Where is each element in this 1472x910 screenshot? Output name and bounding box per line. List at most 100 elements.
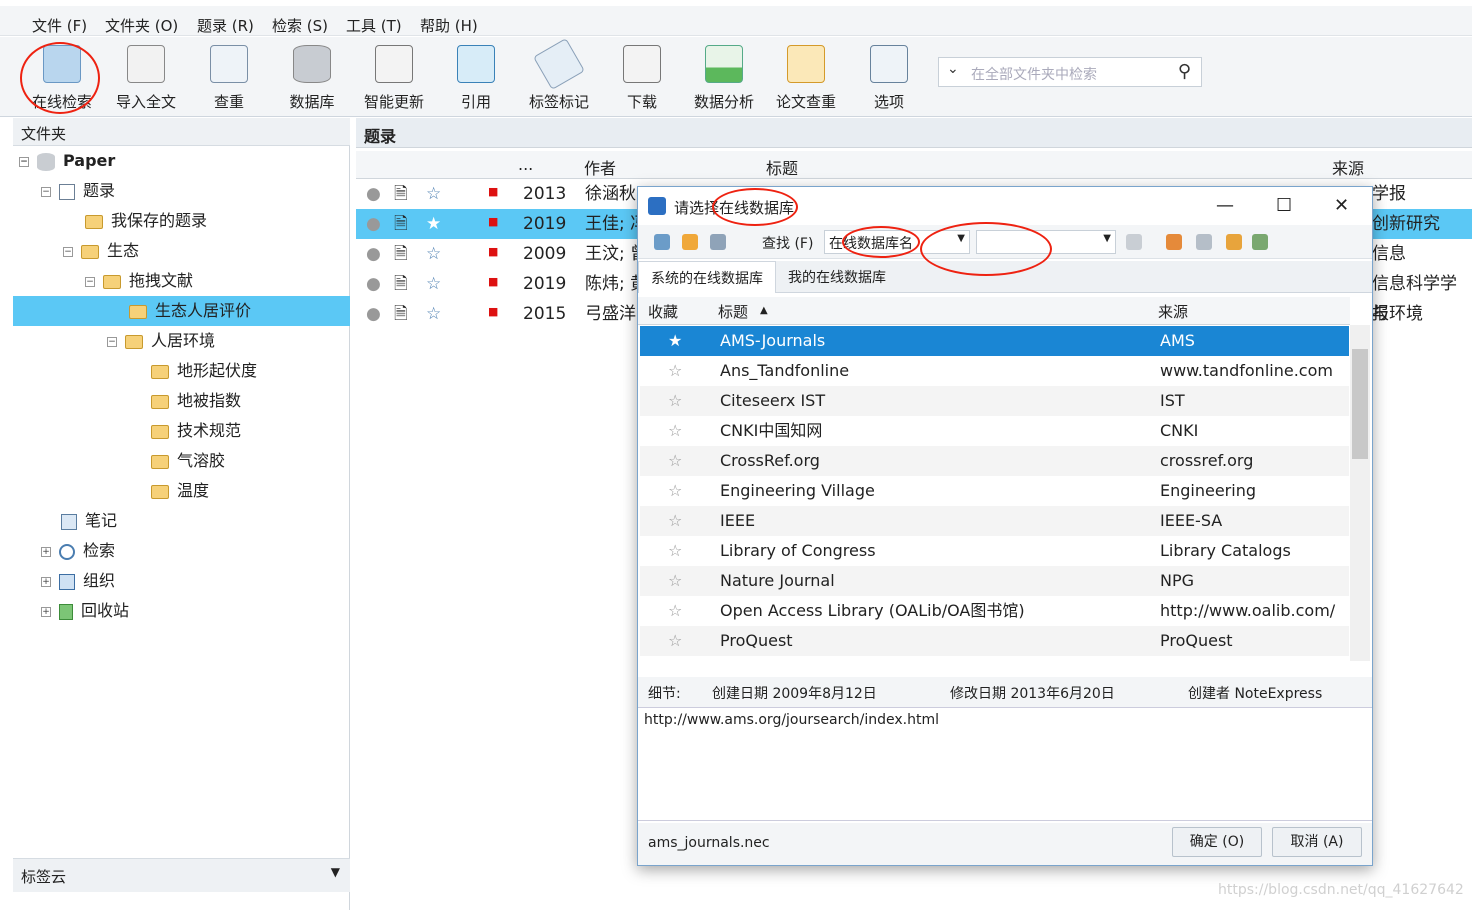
data-analysis-label: 数据分析 xyxy=(693,93,754,111)
search-icon[interactable]: ⚲ xyxy=(1178,61,1191,82)
flag-icon: ■ xyxy=(488,275,499,288)
tag-mark-button[interactable]: 标签标记 xyxy=(521,38,597,113)
star-icon[interactable]: ★ xyxy=(668,326,682,356)
database-row[interactable]: ☆ Citeseerx IST IST xyxy=(640,386,1349,416)
tab-my-databases[interactable]: 我的在线数据库 xyxy=(788,267,886,287)
paper-check-button[interactable]: 论文查重 xyxy=(768,45,844,113)
chevron-down-icon[interactable]: ⌄ xyxy=(947,61,959,77)
tree-paper[interactable]: − Paper xyxy=(19,146,115,176)
star-icon[interactable]: ☆ xyxy=(668,416,682,446)
menu-help[interactable]: 帮助 (H) xyxy=(420,15,478,36)
star-icon[interactable]: ☆ xyxy=(668,536,682,566)
menu-tools[interactable]: 工具 (T) xyxy=(346,15,402,36)
url-detail-box[interactable]: http://www.ams.org/joursearch/index.html xyxy=(638,707,1372,821)
tree-aerosol[interactable]: 气溶胶 xyxy=(151,446,225,476)
tree-habitat-env[interactable]: − 人居环境 xyxy=(107,326,215,356)
star-icon[interactable]: ★ xyxy=(426,209,441,239)
scrollbar-thumb[interactable] xyxy=(1352,349,1368,459)
import-icon[interactable] xyxy=(1226,234,1242,250)
star-icon[interactable]: ☆ xyxy=(668,476,682,506)
collapse-icon[interactable]: − xyxy=(19,156,29,167)
star-icon[interactable]: ☆ xyxy=(668,356,682,386)
tree-recycle-bin[interactable]: + 回收站 xyxy=(41,596,129,626)
col-source[interactable]: 来源 xyxy=(1332,155,1364,179)
dropdown-arrow-icon[interactable]: ▼ xyxy=(331,865,340,879)
expand-icon[interactable]: + xyxy=(41,546,51,557)
tree-temperature[interactable]: 温度 xyxy=(151,476,209,506)
database-row[interactable]: ☆ ProQuest ProQuest xyxy=(640,626,1349,656)
database-row[interactable]: ☆ Nature Journal NPG xyxy=(640,566,1349,596)
col-title[interactable]: 标题 xyxy=(766,155,798,179)
import-fulltext-button[interactable]: 导入全文 xyxy=(108,45,184,113)
close-icon[interactable]: ✕ xyxy=(1334,195,1349,216)
star-icon[interactable]: ☆ xyxy=(426,299,441,329)
col-favorite[interactable]: 收藏 xyxy=(648,301,678,322)
star-icon[interactable]: ☆ xyxy=(668,506,682,536)
collapse-icon[interactable]: − xyxy=(63,246,73,257)
tree-tech-spec[interactable]: 技术规范 xyxy=(151,416,241,446)
tree-ground-cover[interactable]: 地被指数 xyxy=(151,386,241,416)
database-row[interactable]: ☆ Library of Congress Library Catalogs xyxy=(640,536,1349,566)
star-icon[interactable]: ☆ xyxy=(426,269,441,299)
tree-saved-records[interactable]: 我保存的题录 xyxy=(85,206,207,236)
tree-search[interactable]: + 检索 xyxy=(41,536,115,566)
database-row[interactable]: ☆ Engineering Village Engineering xyxy=(640,476,1349,506)
add-icon[interactable] xyxy=(1166,234,1182,250)
database-row-selected[interactable]: ★ AMS-Journals AMS xyxy=(640,326,1349,356)
config-dropdown-icon[interactable] xyxy=(710,234,726,250)
menu-record[interactable]: 题录 (R) xyxy=(197,15,254,36)
tree-ecology[interactable]: − 生态 xyxy=(63,236,139,266)
menu-folder[interactable]: 文件夹 (O) xyxy=(105,15,178,36)
database-row[interactable]: ☆ CNKI中国知网 CNKI xyxy=(640,416,1349,446)
global-search-box[interactable]: ⌄ 在全部文件夹中检索 ⚲ xyxy=(938,57,1202,87)
collapse-icon[interactable]: − xyxy=(85,276,95,287)
favorite-folder-icon[interactable] xyxy=(682,234,698,250)
col-author[interactable]: 作者 xyxy=(584,155,616,179)
minimize-icon[interactable]: — xyxy=(1216,195,1234,216)
copy-icon[interactable] xyxy=(1126,234,1142,250)
star-icon[interactable]: ☆ xyxy=(426,239,441,269)
star-icon[interactable]: ☆ xyxy=(668,386,682,416)
star-icon[interactable]: ☆ xyxy=(426,179,441,209)
tree-drag-literature[interactable]: − 拖拽文献 xyxy=(85,266,193,296)
collapse-icon[interactable]: − xyxy=(107,336,117,347)
col-more[interactable]: ... xyxy=(518,155,533,174)
star-icon[interactable]: ☆ xyxy=(668,596,682,626)
cancel-button[interactable]: 取消 (A) xyxy=(1272,827,1362,857)
database-row[interactable]: ☆ Open Access Library (OALib/OA图书馆) http:/… xyxy=(640,596,1349,626)
smart-update-button[interactable]: 智能更新 xyxy=(356,45,432,113)
menu-search[interactable]: 检索 (S) xyxy=(272,15,328,36)
maximize-icon[interactable]: ☐ xyxy=(1276,195,1292,216)
edit-icon[interactable] xyxy=(1196,234,1212,250)
options-button[interactable]: 选项 xyxy=(851,45,927,113)
data-analysis-button[interactable]: 数据分析 xyxy=(686,45,762,113)
star-icon[interactable]: ☆ xyxy=(668,446,682,476)
star-icon[interactable]: ☆ xyxy=(668,566,682,596)
database-row[interactable]: ☆ IEEE IEEE-SA xyxy=(640,506,1349,536)
tab-system-databases[interactable]: 系统的在线数据库 xyxy=(638,261,776,293)
tree-organize[interactable]: + 组织 xyxy=(41,566,115,596)
expand-icon[interactable]: + xyxy=(41,606,51,617)
database-button[interactable]: 数据库 xyxy=(274,45,350,113)
export-icon[interactable] xyxy=(1252,234,1268,250)
col-db-source[interactable]: 来源 xyxy=(1158,301,1188,322)
star-icon[interactable]: ☆ xyxy=(668,626,682,656)
database-row[interactable]: ☆ CrossRef.org crossref.org xyxy=(640,446,1349,476)
collapse-icon[interactable]: − xyxy=(41,186,51,197)
expand-icon[interactable]: + xyxy=(41,576,51,587)
download-button[interactable]: 下载 xyxy=(604,45,680,113)
tree-records[interactable]: − 题录 xyxy=(41,176,115,206)
tag-cloud-panel[interactable]: 标签云 ▼ xyxy=(13,858,350,892)
ok-button[interactable]: 确定 (O) xyxy=(1172,827,1262,857)
tree-notes[interactable]: 笔记 xyxy=(61,506,117,536)
tree-eco-habitat-eval[interactable]: 生态人居评价 xyxy=(13,296,350,326)
menu-file[interactable]: 文件 (F) xyxy=(32,15,87,36)
settings-icon[interactable] xyxy=(654,234,670,250)
database-row[interactable]: ☆ Ans_Tandfonline www.tandfonline.com xyxy=(640,356,1349,386)
dedupe-button[interactable]: 查重 xyxy=(191,45,267,113)
col-db-title[interactable]: 标题 xyxy=(718,301,748,322)
cite-button[interactable]: 引用 xyxy=(438,45,514,113)
table-scrollbar[interactable] xyxy=(1350,325,1370,661)
records-column-header: ... 作者 标题 来源 xyxy=(356,151,1472,179)
tree-terrain-relief[interactable]: 地形起伏度 xyxy=(151,356,257,386)
